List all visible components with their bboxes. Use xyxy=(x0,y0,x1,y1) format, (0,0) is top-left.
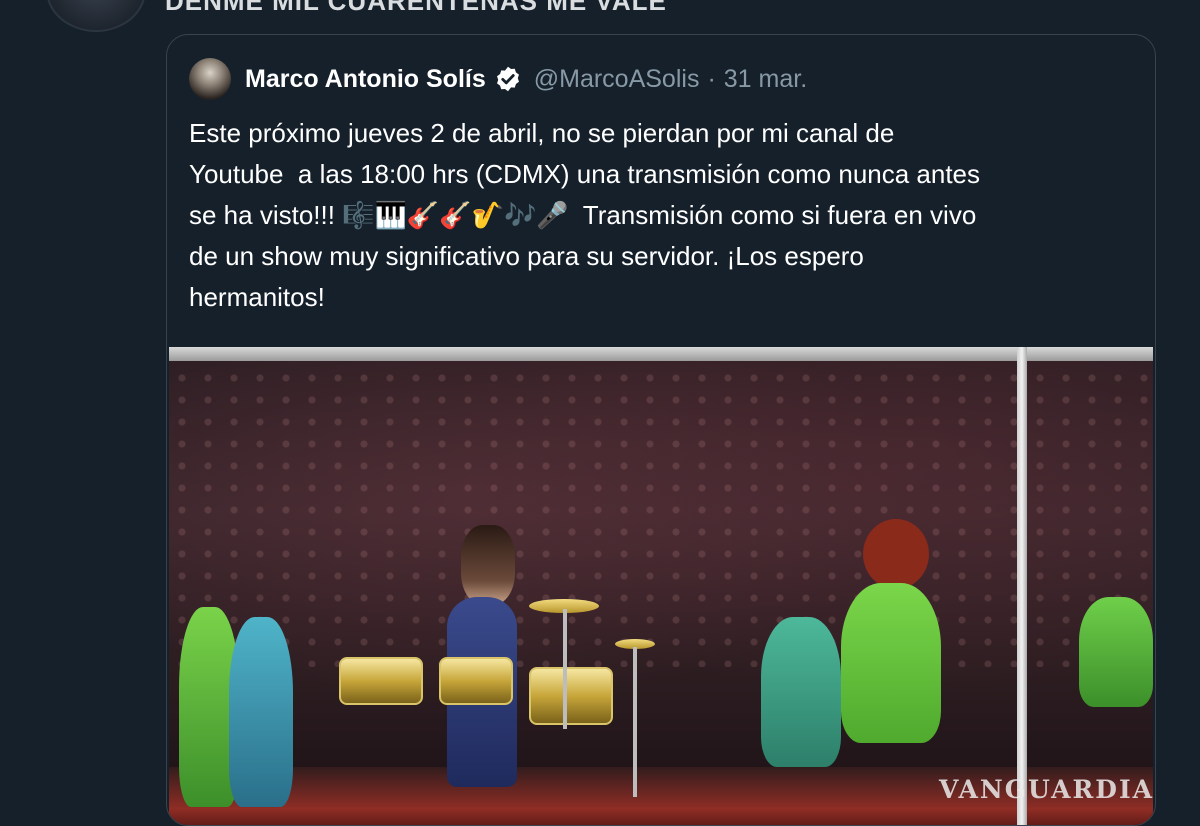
dancer-center xyxy=(841,583,941,743)
cymbal-stand xyxy=(633,647,637,797)
verified-badge-icon xyxy=(494,65,522,93)
author-avatar[interactable] xyxy=(189,58,231,100)
dancer-far-right xyxy=(1079,597,1153,707)
header-separator: · xyxy=(707,64,716,93)
dancer-hair xyxy=(863,519,929,589)
dancer-left-2 xyxy=(229,617,293,807)
timbal-drum xyxy=(529,667,613,725)
quoted-tweet-text: Este próximo jueves 2 de abril, no se pi… xyxy=(189,118,981,312)
concert-video[interactable]: VANGUARDIA|MX xyxy=(169,347,1153,825)
cymbal-stand xyxy=(563,609,567,729)
tweet-date[interactable]: 31 mar. xyxy=(724,65,807,94)
stage-pole xyxy=(1017,347,1027,825)
timbal-drum xyxy=(439,657,513,705)
audience-background xyxy=(169,367,1153,667)
quoted-tweet-header: Marco Antonio Solís @MarcoASolis · 31 ma… xyxy=(189,57,807,101)
timbales xyxy=(339,657,619,727)
quoted-tweet-card[interactable]: Marco Antonio Solís @MarcoASolis · 31 ma… xyxy=(166,34,1156,826)
author-name[interactable]: Marco Antonio Solís xyxy=(245,65,486,94)
musician-head xyxy=(461,525,515,605)
parent-tweet-text: DÉNME MIL CUARENTENAS ME VALE xyxy=(165,0,667,16)
timbal-drum xyxy=(339,657,423,705)
author-handle[interactable]: @MarcoASolis xyxy=(534,65,700,94)
dancer-right xyxy=(761,617,841,767)
stage-truss xyxy=(169,347,1153,361)
parent-avatar[interactable] xyxy=(46,0,146,32)
